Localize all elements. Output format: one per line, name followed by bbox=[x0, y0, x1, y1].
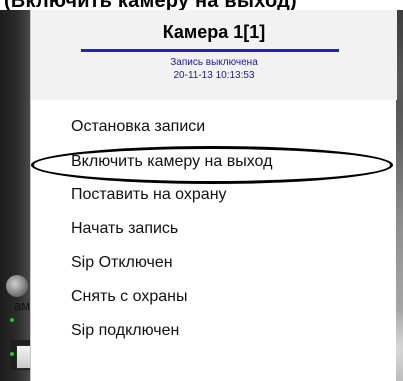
menu-title: Камера 1[1] bbox=[162, 22, 266, 42]
recording-status: Запись выключена bbox=[170, 57, 258, 68]
menu-item-enable-camera-output[interactable]: Включить камеру на выход bbox=[71, 147, 272, 177]
indicator-dot-icon bbox=[10, 352, 14, 356]
menu-item-disarm[interactable]: Снять с охраны bbox=[71, 282, 187, 312]
indicator-dot-icon bbox=[10, 318, 14, 322]
title-divider bbox=[81, 49, 339, 52]
menu-item-sip-disconnected[interactable]: Sip Отключен bbox=[71, 248, 173, 278]
menu-header: Камера 1[1] Запись выключена 20-11-13 10… bbox=[31, 10, 397, 100]
menu-item-sip-connected[interactable]: Sip подключен bbox=[71, 316, 179, 346]
status-timestamp: 20-11-13 10:13:53 bbox=[173, 70, 255, 81]
camera-context-menu: Камера 1[1] Запись выключена 20-11-13 10… bbox=[30, 10, 397, 381]
camera-knob-icon bbox=[6, 275, 28, 297]
menu-item-start-recording[interactable]: Начать запись bbox=[71, 214, 178, 244]
menu-item-arm[interactable]: Поставить на охрану bbox=[71, 180, 227, 210]
menu-item-stop-recording[interactable]: Остановка записи bbox=[71, 112, 205, 142]
camera-edge-shadow bbox=[0, 10, 30, 381]
camera-overlay-label: ам bbox=[14, 298, 31, 313]
